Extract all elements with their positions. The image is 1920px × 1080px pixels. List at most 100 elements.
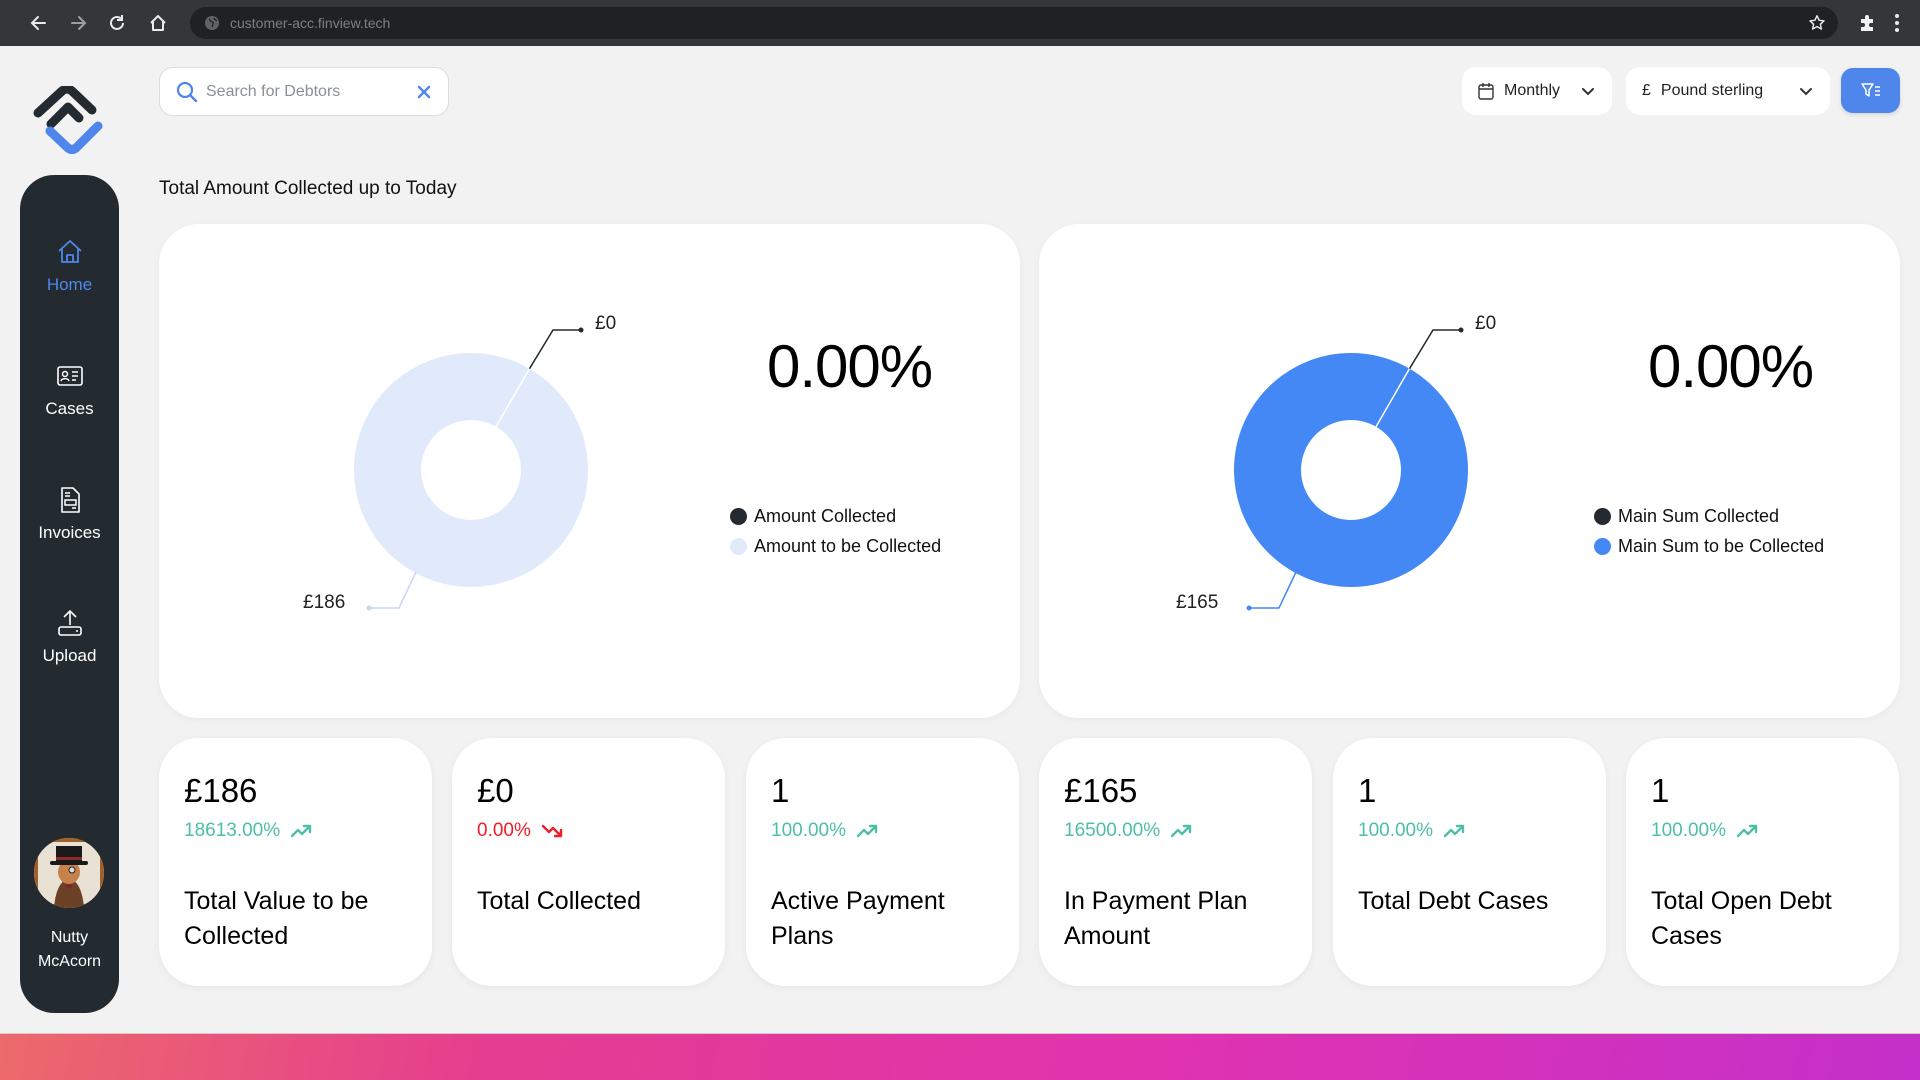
stat-label: Total Debt Cases <box>1358 887 1549 915</box>
stat-change: 0.00% <box>477 820 565 842</box>
callout-dot <box>578 327 584 333</box>
callout-dot <box>1458 327 1464 333</box>
home-icon <box>57 240 82 263</box>
upload-icon <box>57 610 82 636</box>
extensions-puzzle-icon[interactable] <box>1858 13 1878 33</box>
address-bar[interactable]: customer-acc.finview.tech <box>190 7 1838 39</box>
callout-leader-line <box>528 329 581 370</box>
stat-change-percent: 100.00% <box>1358 820 1434 841</box>
desktop-wallpaper-strip <box>0 1033 1920 1080</box>
search-input[interactable] <box>206 82 406 101</box>
filter-icon <box>1860 82 1880 97</box>
legend-item: Amount to be Collected <box>730 531 941 561</box>
sidebar-item-home[interactable]: Home <box>20 237 119 295</box>
finview-logo[interactable] <box>32 86 108 156</box>
callout-dot <box>1246 605 1252 611</box>
legend-item: Main Sum Collected <box>1594 501 1824 531</box>
legend-item: Main Sum to be Collected <box>1594 531 1824 561</box>
amount-collected-donut-chart <box>354 327 588 611</box>
stat-value: 1 <box>1651 772 1670 809</box>
legend-item: Amount Collected <box>730 501 941 531</box>
callout-leader-line <box>369 571 417 609</box>
collected-percentage: 0.00% <box>767 333 933 400</box>
home-button[interactable] <box>145 10 171 36</box>
stat-change: 100.00% <box>771 820 880 842</box>
legend-swatch <box>730 507 747 525</box>
callout-leader-line <box>1249 571 1297 609</box>
back-arrow-icon <box>30 16 46 30</box>
stat-change-percent: 0.00% <box>477 820 531 841</box>
chart-legend: Amount Collected Amount to be Collected <box>730 501 941 561</box>
legend-swatch <box>1594 507 1611 525</box>
forward-arrow-icon <box>71 16 87 30</box>
chevron-down-icon <box>1582 88 1594 96</box>
stat-value: £165 <box>1064 772 1138 809</box>
legend-label: Amount to be Collected <box>754 535 942 556</box>
period-dropdown[interactable]: Monthly <box>1462 67 1612 115</box>
stat-value: £186 <box>184 772 258 809</box>
stat-change-percent: 100.00% <box>1651 820 1727 841</box>
url-text: customer-acc.finview.tech <box>230 15 391 31</box>
stat-card-in-payment-plan-amount[interactable]: £165 16500.00% In Payment Plan Amount <box>1039 738 1312 986</box>
stat-change-percent: 18613.00% <box>184 820 281 841</box>
main-sum-percentage: 0.00% <box>1648 333 1814 400</box>
back-button[interactable] <box>26 10 52 36</box>
callout-dot <box>366 605 372 611</box>
clear-search-icon[interactable] <box>414 82 434 102</box>
forward-button[interactable] <box>65 10 91 36</box>
stat-label: In Payment Plan Amount <box>1064 887 1248 950</box>
sidebar-item-upload[interactable]: Upload <box>20 608 119 666</box>
bookmark-star-icon[interactable] <box>1808 14 1826 32</box>
stat-change: 100.00% <box>1358 820 1467 842</box>
callout-leader-line <box>1408 329 1461 370</box>
currency-dropdown[interactable]: £ Pound sterling <box>1626 67 1830 115</box>
main-sum-chart-card: £0 £165 0.00% Main Sum Collected Main Su… <box>1039 224 1900 718</box>
trend-up-icon <box>1170 824 1192 838</box>
filter-button[interactable] <box>1841 68 1900 113</box>
trend-up-icon <box>856 824 878 838</box>
section-title: Total Amount Collected up to Today <box>159 178 457 199</box>
kebab-menu-icon[interactable] <box>1893 13 1901 33</box>
sidebar-item-label: Home <box>46 275 93 294</box>
id-card-icon <box>56 366 83 386</box>
calendar-icon <box>1478 82 1494 100</box>
user-first-name: Nutty <box>50 929 89 946</box>
user-last-name: McAcorn <box>37 953 102 970</box>
sidebar: Home Cases Invoices Upload Nutty McAcorn <box>20 175 119 1013</box>
period-label: Monthly <box>1504 82 1561 99</box>
stat-card-total-open-debt-cases[interactable]: 1 100.00% Total Open Debt Cases <box>1626 738 1899 986</box>
stat-label: Active Payment Plans <box>771 887 945 950</box>
sidebar-item-label: Invoices <box>38 523 101 542</box>
stat-card-total-value-to-be-collected[interactable]: £186 18613.00% Total Value to be Collect… <box>159 738 432 986</box>
donut-slice[interactable] <box>354 353 588 587</box>
stat-change-percent: 16500.00% <box>1064 820 1161 841</box>
reload-button[interactable] <box>104 10 130 36</box>
stat-value: 1 <box>1358 772 1377 809</box>
trend-down-icon <box>541 824 563 838</box>
main-sum-donut-chart <box>1234 327 1468 611</box>
stat-change: 18613.00% <box>184 820 314 842</box>
donut-slice[interactable] <box>1234 353 1468 587</box>
currency-label: Pound sterling <box>1660 82 1764 99</box>
debtor-search <box>159 67 449 116</box>
trend-up-icon <box>1443 824 1465 838</box>
user-avatar[interactable] <box>34 838 104 908</box>
chart-legend: Main Sum Collected Main Sum to be Collec… <box>1594 501 1824 561</box>
trend-up-icon <box>1736 824 1758 838</box>
chevron-down-icon <box>1800 88 1812 96</box>
sidebar-item-cases[interactable]: Cases <box>20 361 119 419</box>
legend-label: Main Sum Collected <box>1618 505 1780 526</box>
trend-up-icon <box>290 824 312 838</box>
search-icon <box>176 81 198 102</box>
stat-card-total-collected[interactable]: £0 0.00% Total Collected <box>452 738 725 986</box>
sidebar-item-label: Upload <box>42 646 97 665</box>
stat-label: Total Value to be Collected <box>184 887 369 950</box>
sidebar-item-label: Cases <box>45 399 94 418</box>
donut-label-collected: £0 <box>1475 313 1497 334</box>
reload-icon <box>110 15 124 30</box>
stat-card-active-payment-plans[interactable]: 1 100.00% Active Payment Plans <box>746 738 1019 986</box>
stat-card-total-debt-cases[interactable]: 1 100.00% Total Debt Cases <box>1333 738 1606 986</box>
sidebar-item-invoices[interactable]: Invoices <box>20 485 119 543</box>
legend-label: Amount Collected <box>754 505 897 526</box>
donut-label-to-be-collected: £165 <box>1176 592 1219 613</box>
